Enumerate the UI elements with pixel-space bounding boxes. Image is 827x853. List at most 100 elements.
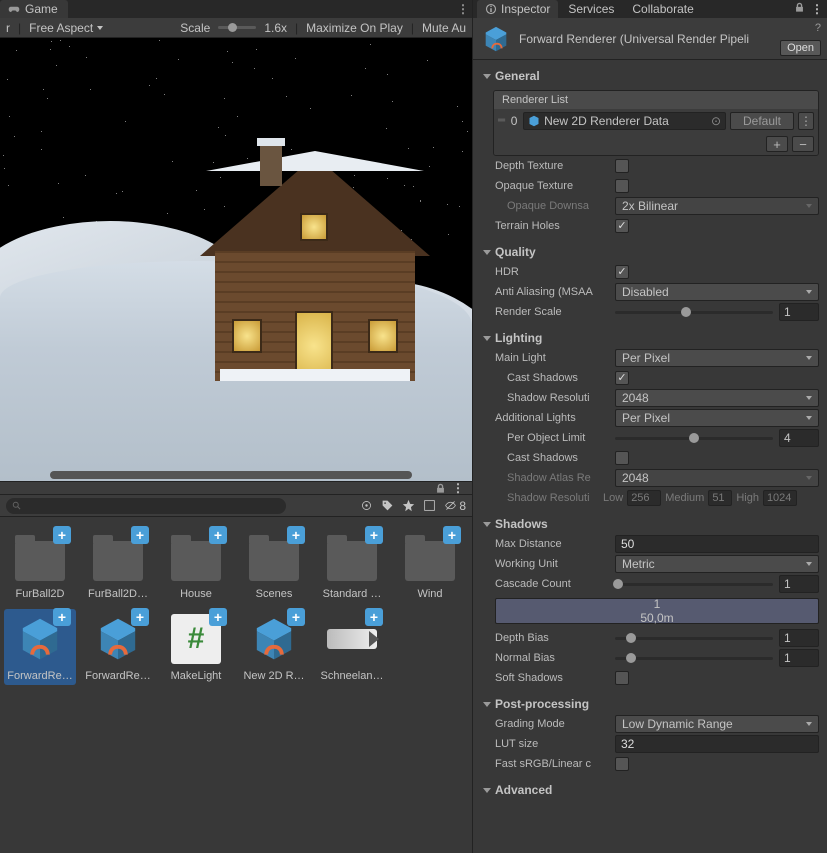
panel-menu-icon[interactable]: ⋮	[452, 481, 464, 495]
anti-aliasing-dropdown[interactable]: Disabled	[615, 283, 819, 301]
section-shadows[interactable]: Shadows	[477, 514, 823, 534]
plus-badge-icon: +	[365, 526, 383, 544]
plus-badge-icon: +	[131, 608, 149, 626]
cascade-visualization[interactable]: 1 50,0m	[495, 598, 819, 624]
filter-by-label-icon[interactable]	[381, 499, 394, 512]
soft-shadows-checkbox[interactable]	[615, 671, 629, 685]
cascade-count-slider[interactable]: 1	[615, 575, 819, 593]
asset-item[interactable]: +Scenes	[238, 527, 310, 603]
asset-item[interactable]: + ForwardRe…	[4, 609, 76, 685]
section-general[interactable]: General	[477, 66, 823, 86]
shadow-res-low-field: 256	[627, 490, 661, 506]
render-scale-slider[interactable]: 1	[615, 303, 819, 321]
tab-inspector[interactable]: Inspector	[477, 0, 558, 18]
open-button[interactable]: Open	[780, 40, 821, 56]
section-advanced[interactable]: Advanced	[477, 780, 823, 800]
lut-size-field[interactable]: 32	[615, 735, 819, 753]
asset-item[interactable]: #+MakeLight	[160, 609, 232, 685]
shadow-res-med-field: 51	[708, 490, 732, 506]
section-quality[interactable]: Quality	[477, 242, 823, 262]
lock-icon[interactable]	[435, 483, 446, 494]
renderer-item-menu[interactable]: ⋮	[798, 112, 814, 130]
aspect-dropdown[interactable]: Free Aspect	[29, 21, 103, 35]
working-unit-dropdown[interactable]: Metric	[615, 555, 819, 573]
asset-label: ForwardRe…	[7, 670, 73, 682]
asset-icon: +	[247, 612, 301, 666]
depth-bias-slider[interactable]: 1	[615, 629, 819, 647]
asset-item[interactable]: + Wind	[394, 527, 466, 603]
fast-srgb-checkbox[interactable]	[615, 757, 629, 771]
object-picker-icon[interactable]: ⊙	[711, 114, 721, 128]
plus-badge-icon: +	[287, 526, 305, 544]
game-view: document.write(Array.from({length:120}).…	[0, 38, 472, 481]
main-light-dropdown[interactable]: Per Pixel	[615, 349, 819, 367]
lock-icon[interactable]	[794, 2, 805, 16]
section-post-processing[interactable]: Post-processing	[477, 694, 823, 714]
asset-label: MakeLight	[163, 670, 229, 682]
display-label: r	[6, 21, 10, 35]
asset-label: House	[163, 588, 229, 600]
add-renderer-button[interactable]: +	[766, 136, 788, 152]
renderer-list: Renderer List ═ 0 New 2D Renderer Data ⊙…	[493, 90, 819, 156]
game-toolbar: r | Free Aspect Scale 1.6x | Maximize On…	[0, 18, 472, 38]
asset-item[interactable]: +FurBall2D	[4, 527, 76, 603]
asset-icon: +	[91, 530, 145, 584]
panel-menu-icon[interactable]: ⋮	[811, 2, 823, 16]
asset-item[interactable]: + House	[160, 527, 232, 603]
asset-label: Standard …	[319, 588, 385, 600]
plus-badge-icon: +	[209, 608, 227, 626]
asset-item[interactable]: + Schneelan…	[316, 609, 388, 685]
project-search[interactable]	[6, 498, 286, 514]
maximize-on-play-toggle[interactable]: Maximize On Play	[306, 21, 403, 35]
asset-type-icon	[481, 24, 511, 54]
scale-label: Scale	[180, 21, 210, 35]
project-toolbar: 8	[0, 495, 472, 517]
plus-badge-icon: +	[53, 608, 71, 626]
asset-item[interactable]: +FurBall2D…	[82, 527, 154, 603]
game-tab-label: Game	[25, 2, 58, 16]
terrain-holes-checkbox[interactable]	[615, 219, 629, 233]
info-icon	[485, 3, 497, 15]
mute-audio-toggle[interactable]: Mute Au	[422, 21, 466, 35]
tab-services[interactable]: Services	[560, 0, 622, 18]
game-scrollbar[interactable]	[50, 471, 412, 479]
additional-cast-shadows-checkbox[interactable]	[615, 451, 629, 465]
per-object-limit-slider[interactable]: 4	[615, 429, 819, 447]
game-tab[interactable]: Game	[0, 0, 68, 18]
scale-slider[interactable]	[218, 26, 256, 29]
asset-icon: +	[13, 530, 67, 584]
depth-texture-checkbox[interactable]	[615, 159, 629, 173]
filter-by-type-icon[interactable]	[360, 499, 373, 512]
assets-grid: +FurBall2D+FurBall2D…+House+Scenes+Stand…	[0, 517, 472, 853]
opaque-texture-checkbox[interactable]	[615, 179, 629, 193]
grading-mode-dropdown[interactable]: Low Dynamic Range	[615, 715, 819, 733]
drag-handle-icon[interactable]: ═	[498, 116, 505, 126]
tab-menu-icon[interactable]: ⋮	[457, 2, 468, 16]
normal-bias-slider[interactable]: 1	[615, 649, 819, 667]
main-cast-shadows-checkbox[interactable]	[615, 371, 629, 385]
hdr-checkbox[interactable]	[615, 265, 629, 279]
search-icon	[12, 501, 22, 511]
asset-icon: +	[91, 612, 145, 666]
default-button[interactable]: Default	[730, 112, 794, 130]
tab-collaborate[interactable]: Collaborate	[624, 0, 701, 18]
max-distance-field[interactable]: 50	[615, 535, 819, 553]
asset-item[interactable]: +New 2D R…	[238, 609, 310, 685]
asset-item[interactable]: + Standard …	[316, 527, 388, 603]
remove-renderer-button[interactable]: −	[792, 136, 814, 152]
additional-lights-dropdown[interactable]: Per Pixel	[615, 409, 819, 427]
plus-badge-icon: +	[209, 526, 227, 544]
renderer-object-field[interactable]: New 2D Renderer Data ⊙	[523, 112, 726, 130]
plus-badge-icon: +	[443, 526, 461, 544]
shadow-resolution-dropdown[interactable]: 2048	[615, 389, 819, 407]
asset-item[interactable]: +ForwardRe…	[82, 609, 154, 685]
asset-label: Schneelan…	[319, 670, 385, 682]
help-icon[interactable]: ?	[815, 22, 821, 34]
asset-label: Wind	[397, 588, 463, 600]
save-search-icon[interactable]	[423, 499, 436, 512]
hidden-toggle[interactable]: 8	[444, 499, 466, 513]
asset-icon: +	[13, 612, 67, 666]
plus-badge-icon: +	[365, 608, 383, 626]
favorite-icon[interactable]	[402, 499, 415, 512]
section-lighting[interactable]: Lighting	[477, 328, 823, 348]
